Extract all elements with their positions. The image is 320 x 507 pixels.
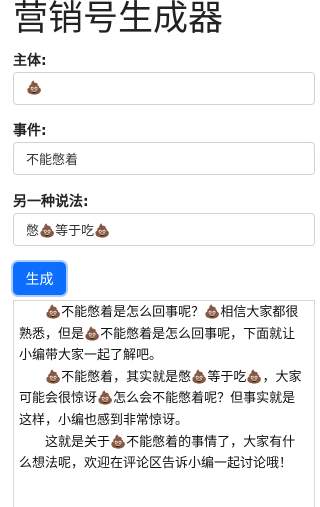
- alt-phrase-label: 另一种说法:: [13, 194, 89, 210]
- generated-output: 💩不能憋着是怎么回事呢？💩相信大家都很熟悉，但是💩不能憋着是怎么回事呢，下面就让…: [13, 300, 315, 507]
- subject-label: 主体:: [13, 53, 47, 69]
- event-input[interactable]: 不能憋着: [13, 142, 315, 175]
- output-paragraph: 这就是关于💩不能憋着的事情了，大家有什么想法呢，欢迎在评论区告诉小编一起讨论哦！: [19, 434, 296, 472]
- event-label: 事件:: [13, 123, 47, 139]
- subject-input[interactable]: 💩: [13, 72, 315, 105]
- generate-button[interactable]: 生成: [13, 262, 66, 295]
- page-title: 营销号生成器: [13, 0, 224, 39]
- output-paragraph: 💩不能憋着是怎么回事呢？💩相信大家都很熟悉，但是💩不能憋着是怎么回事呢，下面就让…: [19, 305, 299, 364]
- output-paragraph: 💩不能憋着，其实就是憋💩等于吃💩，大家可能会很惊讶💩怎么会不能憋着呢？但事实就是…: [19, 369, 302, 428]
- alt-phrase-input[interactable]: 憋💩等于吃💩: [13, 213, 315, 246]
